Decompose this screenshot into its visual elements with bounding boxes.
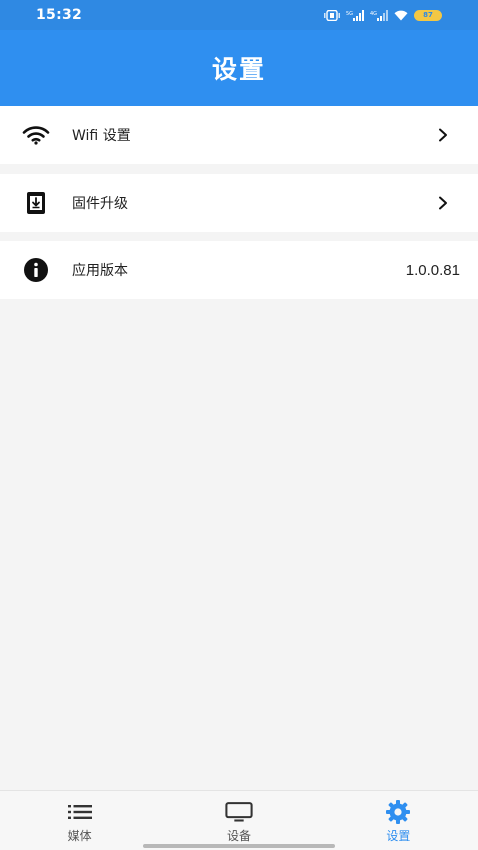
home-indicator[interactable]: [143, 844, 335, 848]
page-title: 设置: [211, 55, 266, 84]
status-bar: 15:32 5G 4G 87: [0, 0, 478, 30]
chevron-right-icon: [436, 128, 450, 142]
settings-item-label: Wifi 设置: [72, 128, 131, 144]
status-time: 15:32: [36, 7, 83, 23]
settings-item-label: 固件升级: [72, 196, 128, 212]
app-header: 设置: [0, 30, 478, 106]
tab-media[interactable]: 媒体: [0, 791, 159, 850]
wifi-status-icon: [394, 10, 408, 21]
gear-icon: [384, 800, 412, 824]
tab-label: 设备: [226, 829, 251, 843]
tab-devices[interactable]: 设备: [159, 791, 318, 850]
tab-settings[interactable]: 设置: [319, 791, 478, 850]
settings-item-version: 应用版本 1.0.0.81: [0, 241, 478, 299]
chevron-right-icon: [436, 196, 450, 210]
wifi-icon: [22, 121, 50, 149]
tab-label: 设置: [386, 829, 411, 843]
settings-item-firmware[interactable]: 固件升级: [0, 174, 478, 232]
svg-text:4G: 4G: [370, 11, 377, 17]
monitor-icon: [225, 800, 253, 824]
vibrate-icon: [324, 9, 340, 21]
settings-item-wifi[interactable]: Wifi 设置: [0, 106, 478, 164]
battery-icon: 87: [414, 9, 442, 21]
status-icons: 5G 4G 87: [324, 9, 442, 21]
settings-item-label: 应用版本: [72, 263, 128, 279]
svg-text:5G: 5G: [346, 11, 353, 17]
signal-5g-icon: 5G: [346, 9, 364, 21]
app-version-value: 1.0.0.81: [405, 261, 460, 279]
firmware-download-icon: [22, 189, 50, 217]
signal-4g-icon: 4G: [370, 9, 388, 21]
list-icon: [66, 800, 94, 824]
tab-label: 媒体: [67, 829, 92, 843]
bottom-nav: 媒体 设备 设置: [0, 790, 478, 850]
info-icon: [22, 256, 50, 284]
